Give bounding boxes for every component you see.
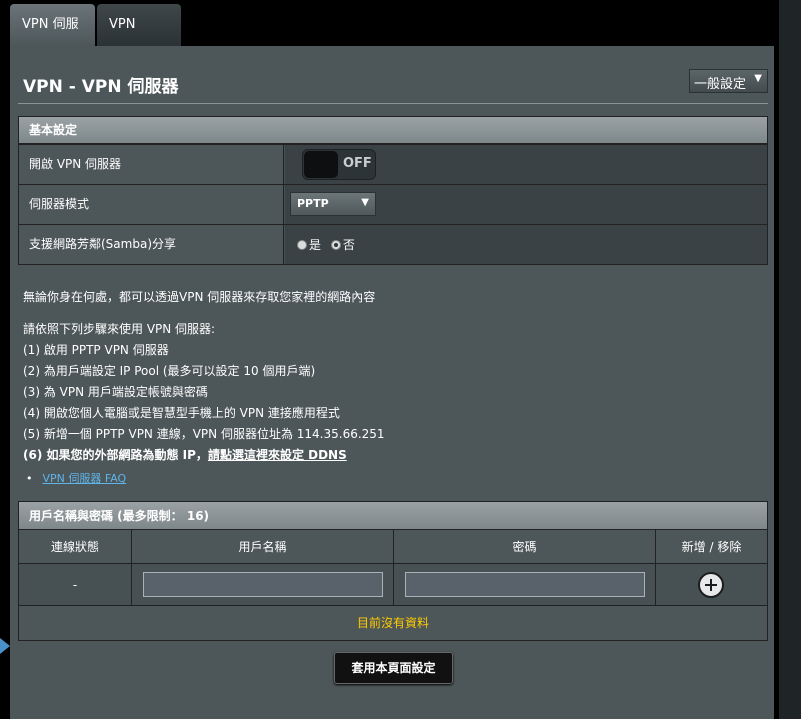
samba-no-option[interactable]: 否 [330, 236, 355, 253]
col-action: 新增 / 移除 [681, 540, 742, 554]
step-4: (4) 開啟您個人電腦或是智慧型手機上的 VPN 連接應用程式 [23, 406, 340, 420]
toggle-knob [304, 151, 338, 178]
title-divider [18, 103, 768, 104]
samba-no-text: 否 [342, 238, 355, 252]
apply-button[interactable]: 套用本頁面設定 [334, 652, 453, 684]
faq-item: • VPN 伺服器 FAQ [26, 470, 126, 486]
no-data-message: 目前沒有資料 [19, 606, 767, 640]
dropdown-arrow-icon: ▼ [361, 197, 369, 208]
new-user-row: - [19, 564, 767, 606]
main-panel: VPN - VPN 伺服器 一般設定 ▼ 基本設定 開啟 VPN 伺服器 OFF… [10, 46, 774, 719]
step-6: (6) 如果您的外部網路為動態 IP，請點選這裡來設定 DDNS [23, 445, 385, 466]
col-status: 連線狀態 [19, 530, 132, 563]
enable-vpn-toggle[interactable]: OFF [302, 149, 376, 180]
samba-yes-text: 是 [309, 238, 322, 252]
add-user-icon[interactable] [698, 572, 724, 598]
radio-no[interactable] [330, 240, 341, 250]
row-status: - [19, 564, 132, 605]
server-mode-value: PPTP [297, 197, 329, 210]
samba-label: 支援網路芳鄰(Samba)分享 [19, 225, 284, 264]
step-2: (2) 為用戶端設定 IP Pool (最多可以設定 10 個用戶端) [23, 364, 316, 378]
samba-row: 支援網路芳鄰(Samba)分享 是 否 [19, 224, 767, 264]
faq-link[interactable]: VPN 伺服器 FAQ [43, 472, 127, 485]
server-mode-row: 伺服器模式 PPTP ▼ [19, 184, 767, 224]
toggle-state-text: OFF [343, 156, 372, 171]
server-mode-select[interactable]: PPTP ▼ [290, 192, 376, 216]
radio-yes[interactable] [297, 240, 307, 250]
users-column-headers: 連線狀態 用戶名稱 密碼 新增 / 移除 [19, 530, 767, 564]
users-table: 用戶名稱與密碼 (最多限制： 16) 連線狀態 用戶名稱 密碼 新增 / 移除 … [18, 501, 768, 641]
scrollbar-track[interactable] [779, 0, 801, 719]
enable-vpn-row: 開啟 VPN 伺服器 OFF [19, 144, 767, 184]
steps-list: 請依照下列步驟來使用 VPN 伺服器: (1) 啟用 PPTP VPN 伺服器 … [23, 319, 385, 466]
basic-settings-table: 基本設定 開啟 VPN 伺服器 OFF 伺服器模式 PPTP ▼ 支援網路芳鄰(… [18, 116, 768, 265]
samba-radio-group: 是 否 [297, 236, 361, 253]
basic-settings-header: 基本設定 [19, 117, 767, 144]
ddns-link[interactable]: 請點選這裡來設定 DDNS [208, 448, 347, 462]
dropdown-arrow-icon: ▼ [754, 73, 762, 84]
page-title: VPN - VPN 伺服器 [23, 77, 179, 97]
intro-text: 無論你身在何處，都可以透過VPN 伺服器來存取您家裡的網路內容 [23, 290, 376, 304]
username-input[interactable] [143, 572, 383, 597]
step-5: (5) 新增一個 PPTP VPN 連線，VPN 伺服器位址為 114.35.6… [23, 427, 385, 441]
steps-title: 請依照下列步驟來使用 VPN 伺服器: [23, 322, 216, 336]
users-table-header: 用戶名稱與密碼 (最多限制： 16) [19, 502, 767, 530]
settings-mode-value: 一般設定 [694, 77, 747, 92]
settings-mode-select[interactable]: 一般設定 ▼ [689, 69, 768, 93]
enable-vpn-label: 開啟 VPN 伺服器 [19, 145, 284, 184]
step-3: (3) 為 VPN 用戶端設定帳號與密碼 [23, 385, 208, 399]
bullet-icon: • [26, 472, 33, 485]
arrow-right-icon [0, 638, 10, 654]
tab-vpn-client[interactable]: VPN Client [97, 4, 181, 74]
samba-yes-option[interactable]: 是 [297, 236, 321, 253]
col-username: 用戶名稱 [132, 530, 394, 563]
step-6-prefix: (6) 如果您的外部網路為動態 IP， [23, 448, 208, 462]
col-password: 密碼 [394, 530, 656, 563]
password-input[interactable] [405, 572, 645, 597]
step-1: (1) 啟用 PPTP VPN 伺服器 [23, 343, 169, 357]
server-mode-label: 伺服器模式 [19, 185, 284, 224]
tab-vpn-server[interactable]: VPN 伺服器 [10, 4, 95, 74]
